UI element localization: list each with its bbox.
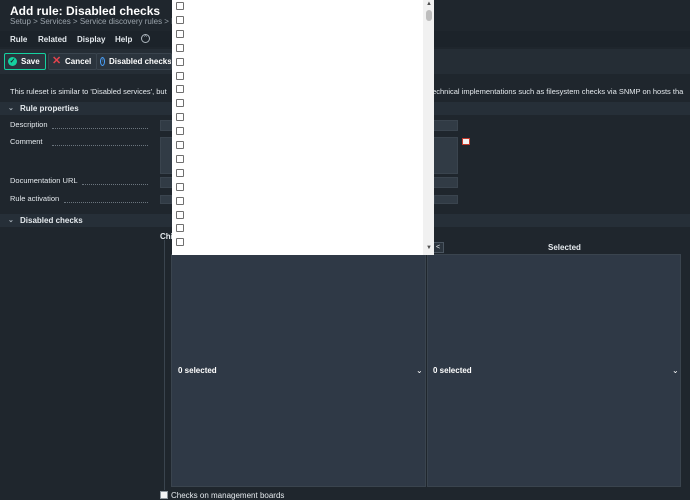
- disabled-checks-title: Disabled checks: [20, 216, 83, 225]
- check-option-checkbox[interactable]: [176, 168, 184, 177]
- choices-label: Chi: [160, 232, 173, 241]
- rule-activation-dots: [64, 201, 148, 203]
- label-column: [0, 228, 160, 496]
- check-option-checkbox[interactable]: [176, 154, 184, 163]
- check-option-checkbox[interactable]: [176, 99, 184, 108]
- check-option-checkbox[interactable]: [176, 127, 184, 136]
- rule-activation-field[interactable]: [434, 195, 458, 204]
- insert-date-icon[interactable]: [462, 138, 470, 145]
- comment-dots: [52, 144, 148, 146]
- selected-select-value[interactable]: 0 selected: [433, 366, 472, 375]
- check-option-checkbox[interactable]: [176, 210, 184, 219]
- selected-label: Selected: [548, 243, 581, 252]
- check-option-checkbox[interactable]: [176, 71, 184, 80]
- menu-item-related[interactable]: Related: [38, 35, 67, 44]
- chevron-down-icon[interactable]: ⌄: [416, 366, 423, 375]
- dropdown-scrollbar[interactable]: [423, 0, 434, 255]
- description-dots: [52, 127, 148, 129]
- check-option-checkbox[interactable]: [176, 182, 184, 191]
- column-divider: [164, 240, 165, 490]
- close-icon: ✕: [52, 55, 62, 67]
- disabled-checks-button[interactable]: ↑ Disabled checks: [96, 53, 172, 70]
- choices-select-value[interactable]: 0 selected: [178, 366, 217, 375]
- rule-activation-label: Rule activation: [10, 194, 60, 203]
- chevron-down-icon: ⌄: [8, 217, 14, 224]
- check-option-checkbox[interactable]: [176, 29, 184, 38]
- documentation-url-label: Documentation URL: [10, 176, 78, 185]
- checklist-dropdown[interactable]: [172, 0, 434, 255]
- check-option-checkbox[interactable]: [176, 224, 184, 233]
- menu-item-display[interactable]: Display: [77, 35, 105, 44]
- chevron-up-icon[interactable]: ^: [141, 34, 150, 43]
- check-option-checkbox[interactable]: [176, 57, 184, 66]
- scroll-up-icon[interactable]: ▲: [426, 1, 432, 7]
- description-label: Description: [10, 120, 48, 129]
- check-option-checkbox[interactable]: [176, 196, 184, 205]
- chevron-down-icon[interactable]: ⌄: [672, 366, 679, 375]
- checkmark-icon: ✓: [8, 57, 17, 66]
- check-option-checkbox[interactable]: [176, 2, 184, 10]
- documentation-url-dots: [82, 183, 148, 185]
- check-option-checkbox[interactable]: [176, 43, 184, 52]
- info-text-left: This ruleset is similar to 'Disabled ser…: [10, 87, 167, 96]
- menu-item-help[interactable]: Help: [115, 35, 132, 44]
- disabled-checks-label: Disabled checks: [109, 57, 172, 66]
- arrow-up-circle-icon: ↑: [100, 57, 105, 66]
- management-boards-checkbox[interactable]: [160, 491, 168, 499]
- check-option-checkbox[interactable]: [176, 113, 184, 122]
- comment-label: Comment: [10, 137, 43, 146]
- rule-properties-title: Rule properties: [20, 104, 79, 113]
- check-option-checkbox[interactable]: [176, 15, 184, 24]
- scroll-down-icon[interactable]: ▼: [426, 245, 432, 251]
- chevron-down-icon: ⌄: [8, 105, 14, 112]
- check-option-checkbox[interactable]: [176, 85, 184, 94]
- check-option-checkbox[interactable]: [176, 141, 184, 149]
- save-button[interactable]: ✓ Save: [4, 53, 46, 70]
- ruleset-info-text: This ruleset is similar to 'Disabled ser…: [10, 87, 683, 96]
- menu-item-rule[interactable]: Rule: [10, 35, 27, 44]
- cancel-button[interactable]: ✕ Cancel: [48, 53, 98, 70]
- save-label: Save: [21, 57, 40, 66]
- check-option-checkbox[interactable]: [176, 238, 184, 247]
- rule-activation-checkbox[interactable]: [160, 195, 172, 204]
- cancel-label: Cancel: [65, 57, 92, 66]
- info-text-right: technical implementations such as filesy…: [430, 87, 684, 96]
- page-title: Add rule: Disabled checks: [10, 4, 161, 18]
- scrollbar-thumb[interactable]: [426, 10, 432, 21]
- breadcrumb[interactable]: Setup > Services > Service discovery rul…: [10, 17, 179, 26]
